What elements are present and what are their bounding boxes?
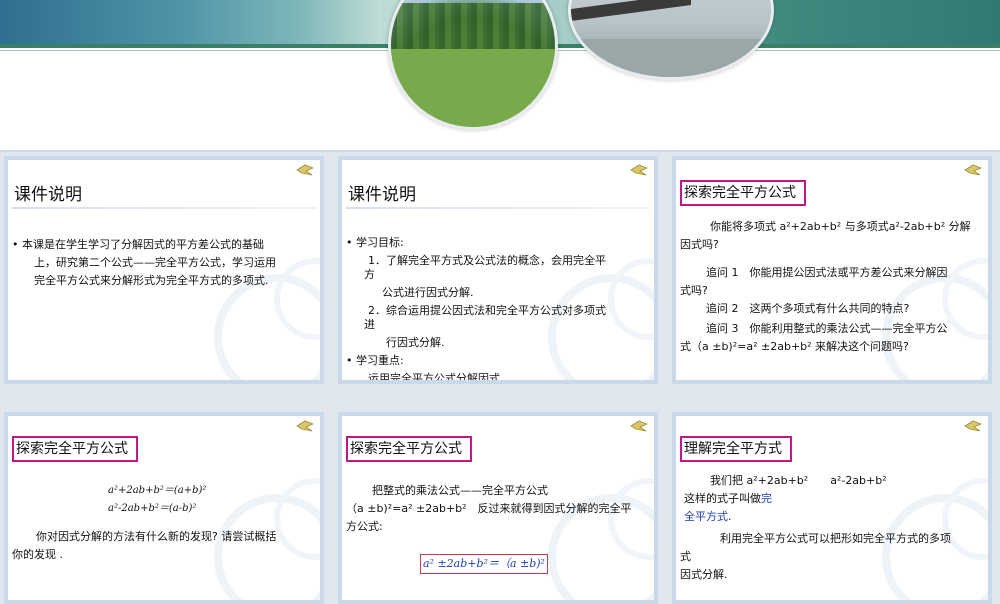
slide-body: 我们把 a²+2ab+b² a²-2ab+b² 这样的式子叫做完 全平方式. 利… [680,474,951,581]
slide-title: 课件说明 [348,185,416,205]
slide-body: 把整式的乘法公式——完全平方公式 （a ±b)²=a² ±2ab+b² 反过来就… [346,482,650,574]
park-photo-circle [388,0,558,130]
logo-icon [964,420,982,432]
slide-thumbnail-2[interactable]: 课件说明 • 学习目标: 1．了解完全平方式及公式法的概念，会用完全平 方 公式… [338,156,658,384]
slide-body: • 本课是在学生学习了分解因式的平方差公式的基础 上，研究第二个公式——完全平方… [12,238,276,287]
slide-thumbnail-4[interactable]: 探索完全平方公式 a²+2ab+b²＝(a+b)² a²-2ab+b²＝(a-b… [4,412,324,604]
logo-icon [964,164,982,176]
slide-thumbnail-5[interactable]: 探索完全平方公式 把整式的乘法公式——完全平方公式 （a ±b)²=a² ±2a… [338,412,658,604]
logo-icon [630,164,648,176]
slide-thumbnail-1[interactable]: 课件说明 • 本课是在学生学习了分解因式的平方差公式的基础 上，研究第二个公式—… [4,156,324,384]
slide-thumbnail-6[interactable]: 理解完全平方式 我们把 a²+2ab+b² a²-2ab+b² 这样的式子叫做完… [672,412,992,604]
slide-title: 探索完全平方公式 [680,180,806,206]
slide-title: 探索完全平方公式 [346,436,472,462]
formula-box: a² ±2ab+b²＝（a ±b)² [420,554,548,574]
logo-icon [296,420,314,432]
slide-body: a²+2ab+b²＝(a+b)² a²-2ab+b²＝(a-b)² 你对因式分解… [12,485,277,561]
bridge-photo-circle [568,0,774,80]
slide-thumbnail-3[interactable]: 探索完全平方公式 你能将多项式 a²+2ab+b² 与多项式a²-2ab+b² … [672,156,992,384]
logo-icon [296,164,314,176]
slide-title: 课件说明 [14,185,82,205]
slide-title: 探索完全平方公式 [12,436,138,462]
slide-title: 理解完全平方式 [680,436,792,462]
slide-body: 你能将多项式 a²+2ab+b² 与多项式a²-2ab+b² 分解 因式吗? 追… [680,220,971,353]
slide-body: • 学习目标: 1．了解完全平方式及公式法的概念，会用完全平 方 公式进行因式分… [346,236,606,384]
logo-icon [630,420,648,432]
header-banner [0,0,1000,152]
